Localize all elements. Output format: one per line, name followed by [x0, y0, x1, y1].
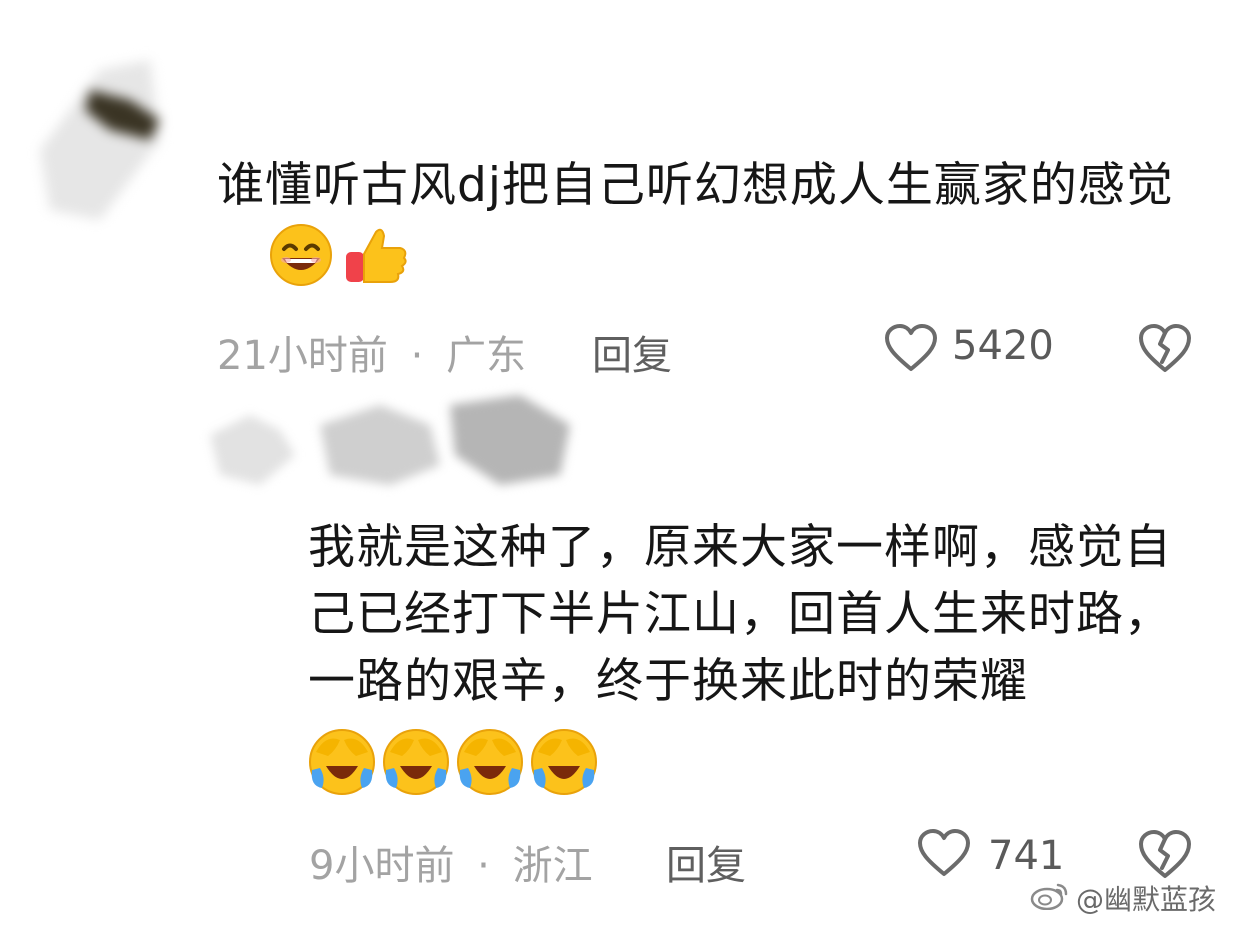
comment-2-meta: 9小时前 · 浙江: [309, 833, 593, 891]
loudly-crying-face-icon: [380, 726, 452, 802]
comment-1-meta: 21小时前 · 广东: [217, 323, 526, 381]
grinning-face-icon: [268, 222, 334, 292]
watermark: @幽默蓝孩: [1030, 878, 1216, 918]
reply-button[interactable]: 回复: [666, 833, 746, 891]
comment-1-location: 广东: [446, 333, 527, 379]
loudly-crying-face-icon: [528, 726, 600, 802]
heart-icon[interactable]: [884, 323, 938, 377]
loudly-crying-face-icon: [306, 726, 378, 802]
like-count: 741: [988, 833, 1065, 879]
weibo-logo-icon: [1030, 880, 1070, 917]
comment-2-emojis: [306, 726, 600, 802]
comment-1-emojis: [268, 222, 410, 292]
redacted-avatar: [30, 30, 220, 240]
redacted-username: [200, 385, 630, 505]
comment-2-location: 浙江: [512, 843, 593, 889]
loudly-crying-face-icon: [454, 726, 526, 802]
comment-1-time: 21小时前: [217, 333, 388, 379]
broken-heart-icon[interactable]: [1137, 828, 1193, 884]
heart-icon[interactable]: [917, 828, 971, 882]
reply-button[interactable]: 回复: [592, 323, 672, 381]
thumbs-up-icon: [340, 222, 410, 292]
comment-2-text: 我就是这种了，原来大家一样啊，感觉自己已经打下半片江山，回首人生来时路，一路的艰…: [308, 520, 1172, 709]
broken-heart-icon[interactable]: [1137, 322, 1193, 378]
watermark-text: @幽默蓝孩: [1076, 883, 1217, 916]
meta-separator: ·: [477, 843, 490, 889]
comment-1-text: 谁懂听古风dj把自己听幻想成人生赢家的感觉: [217, 158, 1174, 213]
meta-separator: ·: [410, 333, 424, 379]
like-count: 5420: [952, 323, 1054, 369]
comment-2-time: 9小时前: [309, 843, 455, 889]
